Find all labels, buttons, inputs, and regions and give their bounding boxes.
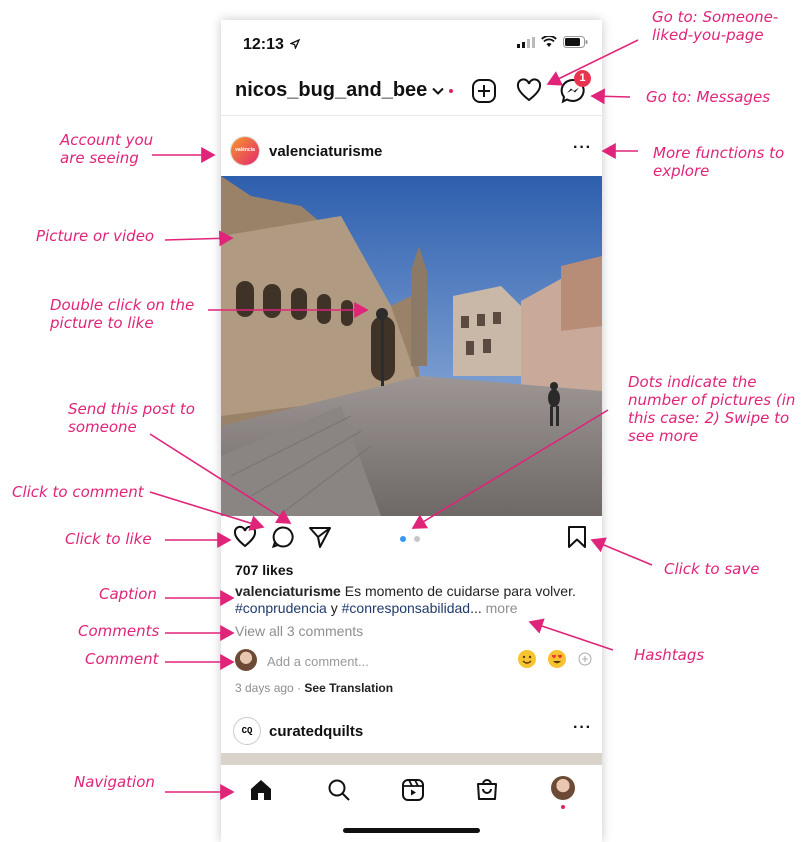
annotation-liked-page: Go to: Someone-liked-you-page [652,8,779,44]
annotation-caption: Caption [99,585,157,603]
annotation-hashtags: Hashtags [634,646,705,664]
annotation-dots: Dots indicate the number of pictures (in… [628,373,796,445]
annotation-navigation: Navigation [74,773,155,791]
annotation-send: Send this post to someone [68,400,195,436]
annotation-more-functions: More functions to explore [653,144,785,180]
annotation-comment: Comment [85,650,159,668]
annotation-save: Click to save [664,560,760,578]
annotation-like-click: Click to like [65,530,152,548]
annotation-comment-click: Click to comment [12,483,144,501]
annotation-picture: Picture or video [36,227,155,245]
annotation-double-click: Double click on the picture to like [50,296,195,332]
annotation-account: Account you are seeing [60,131,154,167]
annotation-comments: Comments [78,622,160,640]
annotation-messages: Go to: Messages [646,88,771,106]
